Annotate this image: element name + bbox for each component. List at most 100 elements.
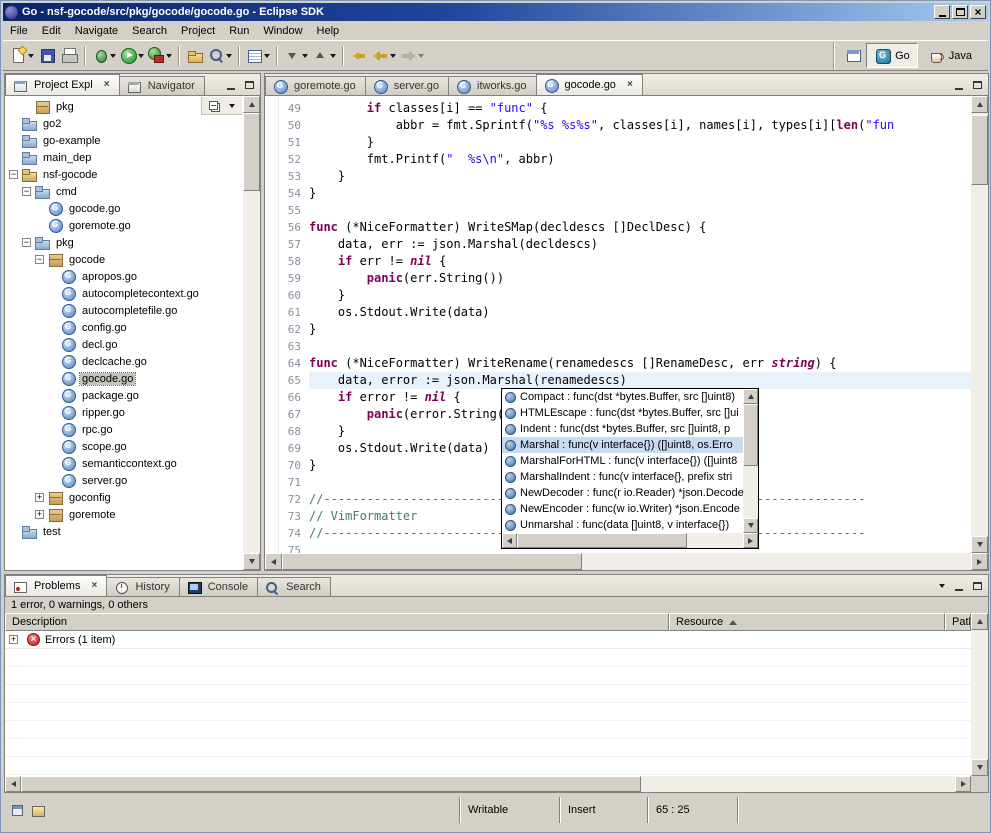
editor-vertical-scrollbar[interactable] (971, 96, 988, 553)
minimize-view-button[interactable] (950, 578, 968, 594)
completion-item[interactable]: Marshal : func(v interface{}) ([]uint8, … (502, 437, 743, 453)
completion-list[interactable]: Compact : func(dst *bytes.Buffer, src []… (502, 389, 743, 533)
open-resource-button[interactable] (184, 45, 206, 67)
next-annotation-button[interactable] (282, 45, 310, 67)
code-line-54[interactable]: 54} (279, 185, 971, 202)
menu-item-help[interactable]: Help (310, 23, 347, 39)
scroll-down-button[interactable] (971, 536, 988, 553)
tree-item-ripper-go[interactable]: ripper.go (5, 404, 243, 421)
explorer-vertical-scrollbar[interactable] (243, 96, 260, 570)
collapse-all-button[interactable] (204, 98, 222, 114)
completion-item[interactable]: MarshalIndent : func(v interface{}, pref… (502, 469, 743, 485)
scroll-down-button[interactable] (743, 518, 758, 533)
scroll-track[interactable] (243, 113, 260, 553)
view-menu-button[interactable] (932, 578, 950, 594)
code-line-58[interactable]: 58 if err != nil { (279, 253, 971, 270)
code-line-65[interactable]: 65 data, error := json.Marshal(renamedes… (279, 372, 971, 389)
menu-item-edit[interactable]: Edit (35, 23, 68, 39)
editor-tab-goremote-go[interactable]: goremote.go (265, 76, 366, 95)
problems-table[interactable]: +Errors (1 item) (5, 631, 971, 776)
popup-vertical-scrollbar[interactable] (743, 389, 758, 533)
scroll-track[interactable] (971, 630, 988, 759)
print-button[interactable] (58, 45, 80, 67)
column-header-resource[interactable]: Resource (669, 613, 945, 631)
scroll-down-button[interactable] (971, 759, 988, 776)
tree-item-declcache-go[interactable]: declcache.go (5, 353, 243, 370)
scroll-up-button[interactable] (971, 613, 988, 630)
maximize-view-button[interactable] (968, 578, 986, 594)
column-header-path[interactable]: Path (945, 613, 971, 631)
minimize-view-button[interactable] (222, 77, 240, 93)
scroll-track[interactable] (282, 553, 971, 570)
close-tab-icon[interactable] (102, 80, 112, 90)
tree-item-package-go[interactable]: package.go (5, 387, 243, 404)
code-line-52[interactable]: 52 fmt.Printf(" %s\n", abbr) (279, 151, 971, 168)
tree-item-nsf-gocode[interactable]: −nsf-gocode (5, 166, 243, 183)
tree-item-apropos-go[interactable]: apropos.go (5, 268, 243, 285)
view-tab-navigator[interactable]: Navigator (119, 76, 205, 95)
new-element-button[interactable] (244, 45, 272, 67)
scroll-track[interactable] (517, 533, 743, 548)
code-line-60[interactable]: 60 } (279, 287, 971, 304)
tree-item-autocompletefile-go[interactable]: autocompletefile.go (5, 302, 243, 319)
scroll-up-button[interactable] (243, 96, 260, 113)
tree-item-autocompletecontext-go[interactable]: autocompletecontext.go (5, 285, 243, 302)
code-line-55[interactable]: 55 (279, 202, 971, 219)
view-tab-project-expl[interactable]: Project Expl (5, 74, 120, 95)
minimize-view-button[interactable] (950, 77, 968, 93)
code-line-61[interactable]: 61 os.Stdout.Write(data) (279, 304, 971, 321)
tree-item-goconfig[interactable]: +goconfig (5, 489, 243, 506)
completion-item[interactable]: Compact : func(dst *bytes.Buffer, src []… (502, 389, 743, 405)
maximize-view-button[interactable] (240, 77, 258, 93)
last-edit-location-button[interactable] (348, 45, 370, 67)
row-expand-handle[interactable]: + (9, 635, 18, 644)
scroll-thumb[interactable] (743, 404, 758, 466)
problems-vertical-scrollbar[interactable] (971, 613, 988, 776)
tree-item-main-dep[interactable]: main_dep (5, 149, 243, 166)
scroll-right-button[interactable] (743, 533, 758, 548)
code-line-51[interactable]: 51 } (279, 134, 971, 151)
scroll-right-button[interactable] (955, 776, 971, 792)
scroll-track[interactable] (971, 113, 988, 536)
tree-item-goremote[interactable]: +goremote (5, 506, 243, 523)
perspective-go[interactable]: Go (866, 43, 918, 68)
debug-button[interactable] (90, 45, 118, 67)
menu-item-file[interactable]: File (3, 23, 35, 39)
scroll-left-button[interactable] (5, 776, 21, 792)
tree-expand-handle[interactable]: + (35, 493, 44, 502)
menu-item-search[interactable]: Search (125, 23, 174, 39)
previous-annotation-button[interactable] (310, 45, 338, 67)
tree-item-scope-go[interactable]: scope.go (5, 438, 243, 455)
completion-item[interactable]: NewEncoder : func(w io.Writer) *json.Enc… (502, 501, 743, 517)
menu-item-run[interactable]: Run (222, 23, 256, 39)
tree-item-pkg[interactable]: −pkg (5, 234, 243, 251)
problems-horizontal-scrollbar[interactable] (5, 776, 971, 792)
view-tab-search[interactable]: Search (257, 577, 331, 596)
tree-item-server-go[interactable]: server.go (5, 472, 243, 489)
scroll-thumb[interactable] (21, 776, 641, 792)
column-header-description[interactable]: Description (5, 613, 669, 631)
menu-item-project[interactable]: Project (174, 23, 222, 39)
run-button[interactable] (118, 45, 146, 67)
code-line-53[interactable]: 53 } (279, 168, 971, 185)
code-line-50[interactable]: 50 abbr = fmt.Sprintf("%s %s%s", classes… (279, 117, 971, 134)
tree-collapse-handle[interactable]: − (35, 255, 44, 264)
scroll-left-button[interactable] (502, 533, 517, 548)
editor-tab-server-go[interactable]: server.go (365, 76, 449, 95)
project-tree[interactable]: pkggo2go-examplemain_dep−nsf-gocode−cmdg… (5, 96, 243, 570)
completion-item[interactable]: MarshalForHTML : func(v interface{}) ([]… (502, 453, 743, 469)
scroll-track[interactable] (743, 404, 758, 518)
code-line-63[interactable]: 63 (279, 338, 971, 355)
minimize-button[interactable] (934, 5, 950, 19)
completion-item[interactable]: Indent : func(dst *bytes.Buffer, src []u… (502, 421, 743, 437)
tree-item-goremote-go[interactable]: goremote.go (5, 217, 243, 234)
maximize-view-button[interactable] (968, 77, 986, 93)
editor-tab-itworks-go[interactable]: itworks.go (448, 76, 537, 95)
view-tab-console[interactable]: Console (179, 577, 258, 596)
close-button[interactable] (970, 5, 986, 19)
tree-item-rpc-go[interactable]: rpc.go (5, 421, 243, 438)
code-line-56[interactable]: 56func (*NiceFormatter) WriteSMap(declde… (279, 219, 971, 236)
status-tray-icon[interactable] (30, 803, 45, 818)
completion-item[interactable]: Unmarshal : func(data []uint8, v interfa… (502, 517, 743, 533)
code-line-59[interactable]: 59 panic(err.String()) (279, 270, 971, 287)
